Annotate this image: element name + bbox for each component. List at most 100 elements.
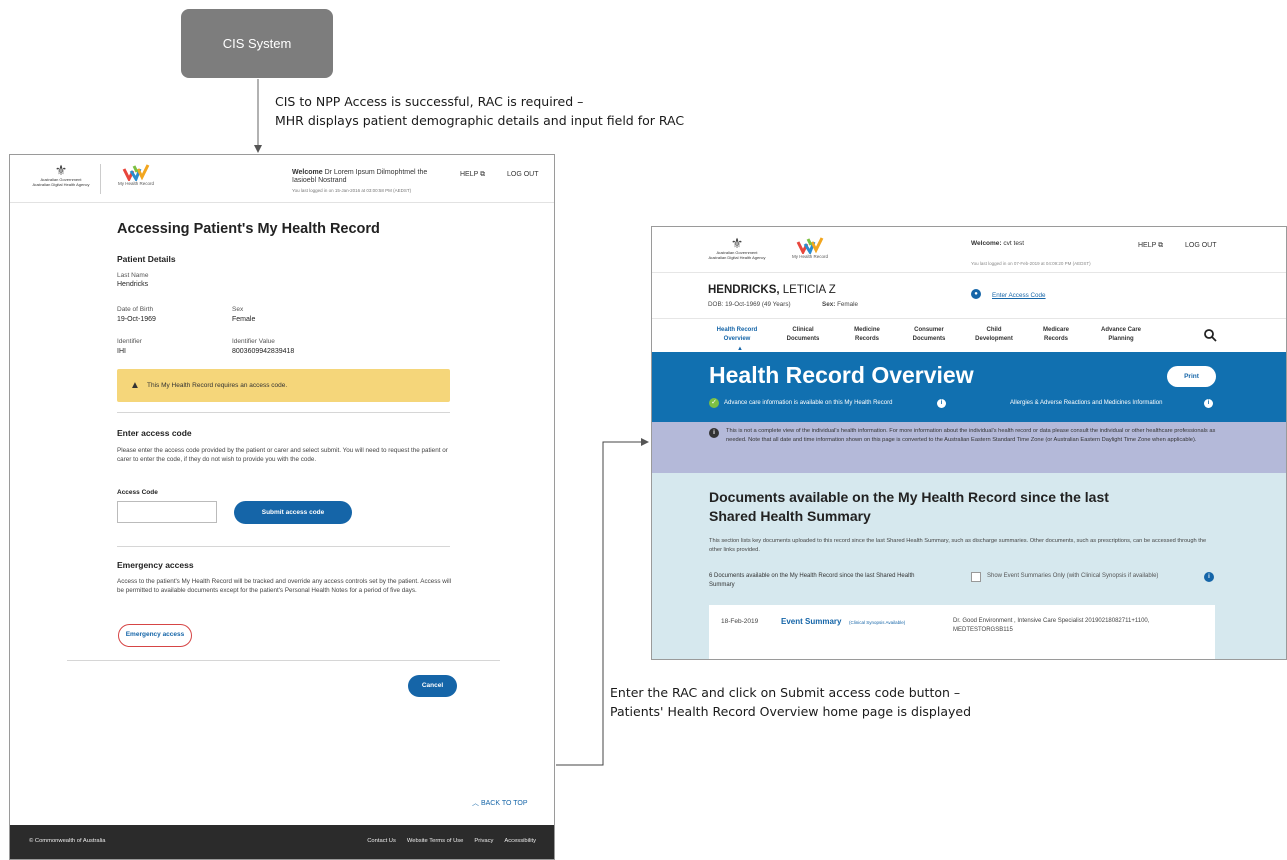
help-link[interactable]: HELP ⧉ (1138, 242, 1163, 250)
info-icon[interactable]: i (1204, 572, 1214, 582)
allergies-link[interactable]: Allergies & Adverse Reactions and Medici… (1010, 400, 1162, 406)
access-code-alert: ▲ This My Health Record requires an acce… (117, 369, 450, 402)
help-label: HELP (460, 171, 479, 178)
footer-link-accessibility[interactable]: Accessibility (504, 838, 536, 844)
enter-access-code-heading: Enter access code (117, 428, 192, 438)
tab-consumer-documents[interactable]: Consumer Documents (901, 326, 957, 344)
tab-advance-care-planning[interactable]: Advance Care Planning (1091, 326, 1151, 344)
mhr-logo-text: My Health Record (117, 181, 154, 186)
tab-medicine-records[interactable]: Medicine Records (839, 326, 895, 344)
documents-description: This section lists key documents uploade… (709, 538, 1207, 553)
patient-surname: HENDRICKS, (708, 284, 780, 296)
event-summaries-label: Show Event Summaries Only (with Clinical… (987, 573, 1159, 579)
patient-details-heading: Patient Details (117, 254, 176, 264)
external-link-icon: ⧉ (1158, 242, 1164, 249)
emergency-access-button[interactable]: Emergency access (118, 624, 192, 647)
welcome-block: Welcome Dr Lorem Ipsum Dilmophtmel the I… (292, 169, 442, 195)
document-type-link[interactable]: Event Summary (781, 617, 841, 626)
tab-label: Planning (1108, 336, 1134, 342)
enter-access-code-link[interactable]: Enter Access Code (992, 292, 1046, 299)
cancel-button[interactable]: Cancel (408, 675, 457, 697)
footer-link-contact[interactable]: Contact Us (367, 838, 396, 844)
tab-health-record-overview[interactable]: Health Record Overview (709, 326, 765, 344)
print-button[interactable]: Print (1167, 366, 1216, 387)
documents-heading: Documents available on the My Health Rec… (709, 489, 1109, 524)
dob-value: 19-Oct-1969 (117, 316, 156, 323)
overview-title: Health Record Overview (709, 362, 974, 388)
back-to-top-label: BACK TO TOP (480, 800, 528, 807)
tab-clinical-documents[interactable]: Clinical Documents (775, 326, 831, 344)
divider (67, 660, 500, 661)
chevron-up-icon: ︿ (472, 800, 479, 807)
welcome-block: Welcome: cvt test (971, 240, 1024, 247)
logo-divider (100, 164, 101, 194)
tab-label: Child (986, 327, 1002, 333)
dob-label: Date of Birth (117, 306, 154, 313)
access-code-input[interactable] (117, 501, 217, 523)
tab-label: Overview (723, 336, 751, 342)
tab-label: Advance Care (1100, 327, 1142, 333)
logout-link[interactable]: LOG OUT (1185, 242, 1217, 249)
tab-label: Clinical (792, 327, 814, 333)
page-title: Accessing Patient's My Health Record (117, 221, 380, 237)
submit-access-code-button[interactable]: Submit access code (234, 501, 352, 524)
tab-label: Documents (786, 336, 820, 342)
mhr-logo-text: My Health Record (791, 254, 828, 259)
footer-link-privacy[interactable]: Privacy (474, 838, 493, 844)
coat-of-arms-icon: ⚜ (54, 162, 68, 178)
access-code-label: Access Code (117, 489, 158, 496)
welcome-user: cvt test (1003, 240, 1024, 247)
search-icon[interactable] (1203, 328, 1217, 342)
last-login: You last logged in on 15-Jan-2016 at 03:… (292, 188, 412, 193)
info-icon[interactable]: i (937, 399, 946, 408)
warning-icon: ▲ (130, 380, 140, 391)
last-name-value: Hendricks (117, 281, 149, 288)
event-summaries-checkbox[interactable] (971, 572, 981, 582)
disclaimer-text: This is not a complete view of the indiv… (726, 428, 1216, 443)
gov-agency: Australian Digital Health Agency (708, 255, 766, 260)
sex-label: Sex (232, 306, 244, 313)
tab-child-development[interactable]: Child Development (966, 326, 1022, 344)
documents-section: Documents available on the My Health Rec… (652, 473, 1286, 659)
sex-value: Female (837, 301, 859, 308)
tab-label: Medicare (1042, 327, 1069, 333)
tab-label: Consumer (914, 327, 944, 333)
document-date: 18-Feb-2019 (721, 618, 759, 625)
tab-label: Records (854, 336, 879, 342)
footer-link-terms[interactable]: Website Terms of Use (407, 838, 464, 844)
logout-link[interactable]: LOG OUT (507, 171, 539, 178)
access-record-screen: ⚜ Australian Government Australian Digit… (9, 154, 555, 860)
patient-name: HENDRICKS, LETICIA Z (708, 284, 836, 296)
clinical-synopsis-tag: (Clinical Synopsis Available) (849, 620, 906, 625)
ihi-number: 8003609942839418 (232, 348, 295, 355)
list-item: 18-Feb-2019 Event Summary (Clinical Syno… (709, 605, 1215, 659)
info-icon[interactable]: i (1204, 399, 1213, 408)
caption-line: Patients' Health Record Overview home pa… (610, 704, 972, 719)
patient-sex: Sex: Female (822, 301, 858, 308)
welcome-label: Welcome (292, 169, 323, 176)
emergency-access-text: Access to the patient's My Health Record… (117, 578, 452, 594)
footer-links: Contact Us Website Terms of Use Privacy … (367, 838, 536, 844)
help-link[interactable]: HELP ⧉ (460, 171, 485, 179)
tab-label: Documents (912, 336, 946, 342)
site-header: ⚜ Australian Government Australian Digit… (10, 155, 554, 203)
tab-label: Health Record (716, 327, 758, 333)
caption-rac-required: CIS to NPP Access is successful, RAC is … (275, 92, 684, 130)
last-name-label: Last Name (117, 272, 149, 279)
health-record-overview-screen: ⚜ Australian Government Australian Digit… (651, 226, 1287, 660)
government-logo: ⚜ Australian Government Australian Digit… (28, 163, 94, 197)
my-health-record-logo: My Health Record (106, 163, 166, 187)
key-icon: ● (971, 289, 981, 299)
site-footer: © Commonwealth of Australia Contact Us W… (10, 825, 554, 859)
back-to-top-link[interactable]: ︿ BACK TO TOP (472, 798, 528, 808)
divider (117, 412, 450, 413)
record-nav: Health Record Overview Clinical Documents … (652, 318, 1286, 352)
site-header: ⚜ Australian Government Australian Digit… (652, 227, 1286, 273)
tab-medicare-records[interactable]: Medicare Records (1028, 326, 1084, 344)
disclaimer-notice: i This is not a complete view of the ind… (652, 422, 1286, 473)
gov-agency: Australian Digital Health Agency (32, 182, 90, 187)
help-label: HELP (1138, 242, 1157, 249)
enter-access-code-text: Please enter the access code provided by… (117, 447, 448, 463)
check-icon: ✓ (709, 398, 719, 408)
government-logo: ⚜ Australian Government Australian Digit… (704, 236, 770, 260)
